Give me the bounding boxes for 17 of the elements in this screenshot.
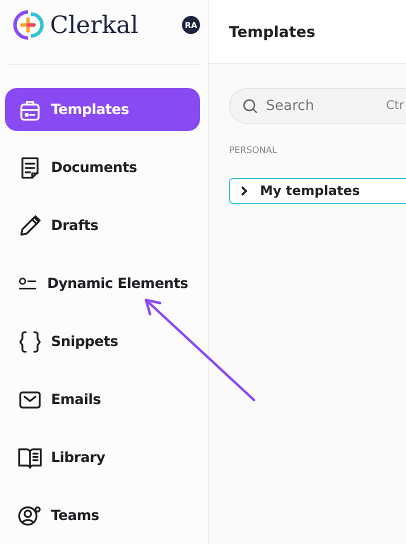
logo-icon [12,9,44,41]
nav-item[interactable]: Teams [5,494,200,537]
shortcut-hint: Ctr [386,98,404,112]
nav-item[interactable]: Emails [5,378,200,421]
nav-item[interactable]: Library [5,436,200,479]
page-title: Templates [229,22,316,40]
nav-item[interactable]: Drafts [5,204,200,247]
nav-item[interactable]: Templates [5,88,200,131]
nav-item[interactable]: Dynamic Elements [5,262,200,305]
logo-text: Clerkal [50,11,140,39]
nav-item[interactable]: Snippets [5,320,200,363]
braces-icon [17,328,43,354]
user-avatar[interactable]: RA [182,16,200,34]
search-icon [241,97,259,115]
nav-item[interactable]: Documents [5,146,200,189]
section-heading: PERSONAL [229,146,278,156]
tree-item[interactable]: My templates [229,178,406,204]
